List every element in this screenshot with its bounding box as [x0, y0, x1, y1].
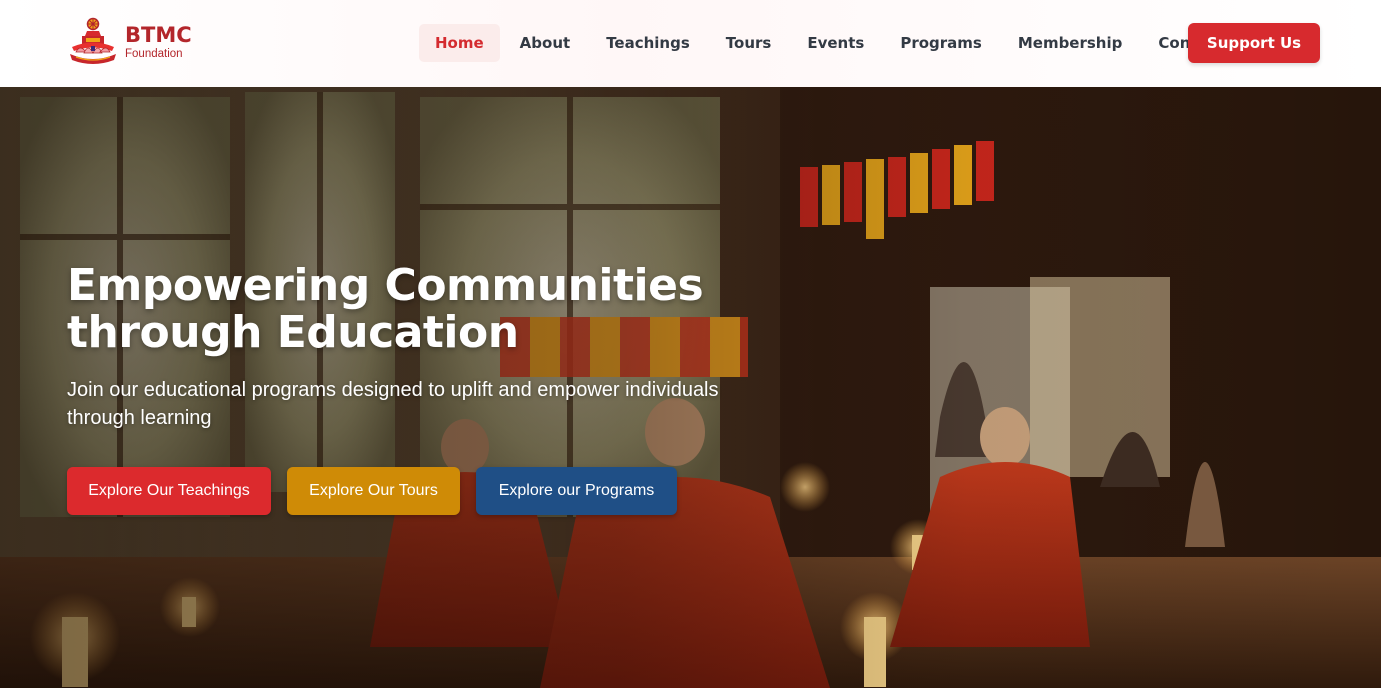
nav-item-membership[interactable]: Membership [1002, 24, 1139, 62]
hero-subtitle: Join our educational programs designed t… [67, 379, 719, 429]
hero-title-line2: through Education [67, 307, 519, 358]
nav-item-home[interactable]: Home [419, 24, 500, 62]
nav-item-events[interactable]: Events [791, 24, 880, 62]
hero-title: Empowering Communities through Education [67, 262, 787, 356]
explore-tours-button[interactable]: Explore Our Tours [287, 467, 460, 515]
temple-lotus-emblem-icon [70, 17, 116, 64]
brand-text: BTMC Foundation [125, 25, 192, 61]
hero-title-line1: Empowering Communities [67, 260, 704, 311]
nav-item-tours[interactable]: Tours [710, 24, 788, 62]
support-us-button[interactable]: Support Us [1188, 23, 1320, 63]
brand-subtitle: Foundation [125, 48, 183, 61]
nav-item-about[interactable]: About [504, 24, 587, 62]
brand-logo[interactable]: BTMC Foundation [66, 16, 192, 70]
hero-buttons: Explore Our Teachings Explore Our Tours … [67, 467, 693, 515]
hero-content: Empowering Communities through Education… [67, 262, 787, 432]
brand-title: BTMC [125, 23, 192, 48]
explore-programs-button[interactable]: Explore our Programs [476, 467, 677, 515]
hero-section: Empowering Communities through Education… [0, 87, 1381, 688]
nav-item-teachings[interactable]: Teachings [590, 24, 706, 62]
site-header: BTMC Foundation Home About Teachings Tou… [0, 0, 1381, 87]
main-nav: Home About Teachings Tours Events Progra… [419, 24, 1244, 62]
nav-item-programs[interactable]: Programs [884, 24, 998, 62]
explore-teachings-button[interactable]: Explore Our Teachings [67, 467, 271, 515]
